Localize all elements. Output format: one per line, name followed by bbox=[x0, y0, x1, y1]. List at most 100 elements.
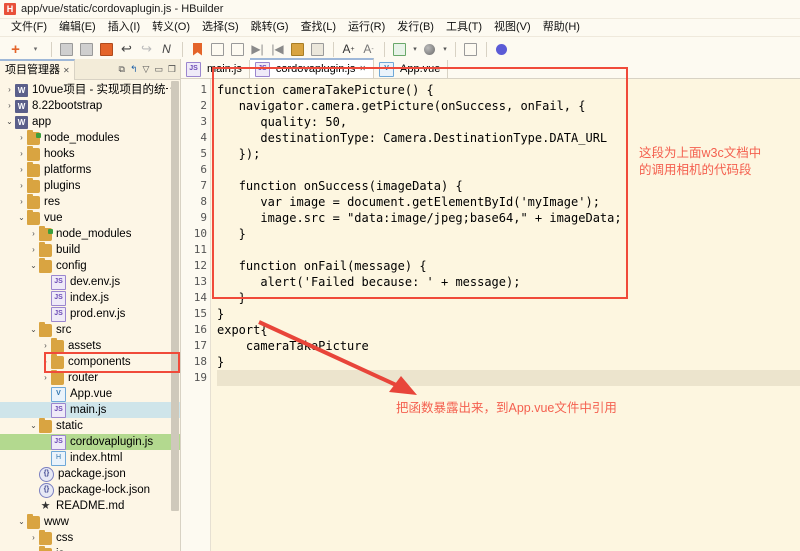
uncomment-icon[interactable]: |◀ bbox=[268, 40, 287, 59]
save-all-icon[interactable] bbox=[77, 40, 96, 59]
code-line-15[interactable]: } bbox=[217, 306, 800, 322]
code-line-8[interactable]: var image = document.getElementById('myI… bbox=[217, 194, 800, 210]
tree-item-dev-env-js[interactable]: JS dev.env.js bbox=[0, 274, 180, 290]
sidebar-scrollbar-thumb[interactable] bbox=[171, 81, 179, 511]
chevron-down-icon[interactable]: ⌄ bbox=[28, 322, 39, 338]
comment-icon[interactable]: ▶| bbox=[248, 40, 267, 59]
tree-item-plugins[interactable]: › plugins bbox=[0, 177, 180, 194]
tree-item-src[interactable]: ⌄ src bbox=[0, 321, 180, 338]
code-line-12[interactable]: function onFail(message) { bbox=[217, 258, 800, 274]
chevron-right-icon[interactable]: › bbox=[16, 178, 27, 194]
menu-item-9[interactable]: 工具(T) bbox=[440, 19, 488, 36]
redo-icon[interactable]: ↪ bbox=[137, 40, 156, 59]
editor-tab-app-vue[interactable]: V App.vue bbox=[374, 60, 449, 78]
code-line-16[interactable]: export{ bbox=[217, 322, 800, 338]
tree-item-js[interactable]: › js bbox=[0, 545, 180, 551]
chevron-right-icon[interactable]: › bbox=[28, 530, 39, 546]
chevron-right-icon[interactable]: › bbox=[16, 194, 27, 210]
tree-item-components[interactable]: › components bbox=[0, 353, 180, 370]
unwrap-icon[interactable] bbox=[308, 40, 327, 59]
bookmark-icon[interactable] bbox=[188, 40, 207, 59]
preview-icon[interactable] bbox=[420, 40, 439, 59]
menu-item-3[interactable]: 转义(O) bbox=[146, 19, 196, 36]
maximize-icon[interactable]: ❐ bbox=[168, 64, 176, 75]
chevron-right-icon[interactable]: › bbox=[16, 146, 27, 162]
run-icon[interactable] bbox=[390, 40, 409, 59]
minimize-icon[interactable]: ▭ bbox=[154, 64, 163, 75]
save-icon[interactable] bbox=[57, 40, 76, 59]
tree-item-10vue-[interactable]: ›W10vue项目 - 实现项目的统一返回按钮⌃ bbox=[0, 82, 180, 98]
tree-item-css[interactable]: › css bbox=[0, 529, 180, 546]
menu-item-11[interactable]: 帮助(H) bbox=[537, 19, 586, 36]
code-line-9[interactable]: image.src = "data:image/jpeg;base64," + … bbox=[217, 210, 800, 226]
tree-item-router[interactable]: › router bbox=[0, 369, 180, 386]
font-increase-icon[interactable]: A + bbox=[339, 40, 358, 59]
back-icon[interactable]: ↰ bbox=[130, 64, 138, 75]
tree-item-index-html[interactable]: Hindex.html bbox=[0, 450, 180, 466]
outdent-icon[interactable] bbox=[208, 40, 227, 59]
undo-icon[interactable]: ↩ bbox=[117, 40, 136, 59]
code-line-19[interactable] bbox=[217, 370, 800, 386]
code-line-13[interactable]: alert('Failed because: ' + message); bbox=[217, 274, 800, 290]
chevron-right-icon[interactable]: › bbox=[40, 370, 51, 386]
menu-item-2[interactable]: 插入(I) bbox=[102, 19, 146, 36]
menu-item-0[interactable]: 文件(F) bbox=[5, 19, 53, 36]
wrap-icon[interactable] bbox=[288, 40, 307, 59]
menu-item-1[interactable]: 编辑(E) bbox=[53, 19, 102, 36]
chevron-right-icon[interactable]: › bbox=[28, 546, 39, 551]
code-line-4[interactable]: destinationType: Camera.DestinationType.… bbox=[217, 130, 800, 146]
chevron-right-icon[interactable]: › bbox=[28, 226, 39, 242]
preview-caret-icon[interactable]: ▾ bbox=[440, 45, 450, 53]
chevron-right-icon[interactable]: › bbox=[4, 98, 15, 114]
tree-item-app[interactable]: ⌄ Wapp bbox=[0, 114, 180, 130]
collapse-icon[interactable]: ▽ bbox=[142, 64, 149, 75]
tree-item-node-modules[interactable]: › node_modules bbox=[0, 129, 180, 146]
close-icon[interactable]: ✕ bbox=[63, 61, 70, 80]
code-line-2[interactable]: navigator.camera.getPicture(onSuccess, o… bbox=[217, 98, 800, 114]
code-line-14[interactable]: } bbox=[217, 290, 800, 306]
tree-item-package-lock-json[interactable]: {} package-lock.json bbox=[0, 482, 180, 498]
menu-item-6[interactable]: 查找(L) bbox=[295, 19, 342, 36]
tree-item-cordovaplugin-js[interactable]: JS cordovaplugin.js bbox=[0, 434, 180, 450]
menu-item-7[interactable]: 运行(R) bbox=[342, 19, 391, 36]
tree-item-platforms[interactable]: › platforms bbox=[0, 161, 180, 178]
panel-icon[interactable] bbox=[461, 40, 480, 59]
code-line-7[interactable]: function onSuccess(imageData) { bbox=[217, 178, 800, 194]
tree-item-app-vue[interactable]: V App.vue bbox=[0, 386, 180, 402]
tree-item-static[interactable]: ⌄ static bbox=[0, 417, 180, 434]
chevron-right-icon[interactable]: › bbox=[16, 162, 27, 178]
chevron-down-icon[interactable]: ⌄ bbox=[16, 514, 27, 530]
code-line-17[interactable]: cameraTakePicture bbox=[217, 338, 800, 354]
tree-item-config[interactable]: ⌄ config bbox=[0, 257, 180, 274]
sidebar-scrollbar[interactable] bbox=[171, 81, 179, 549]
chevron-right-icon[interactable]: › bbox=[28, 242, 39, 258]
chevron-right-icon[interactable]: › bbox=[40, 354, 51, 370]
tree-item-prod-env-js[interactable]: JS prod.env.js bbox=[0, 306, 180, 322]
chevron-right-icon[interactable]: › bbox=[4, 82, 15, 98]
chevron-right-icon[interactable]: › bbox=[16, 130, 27, 146]
editor-tab-main-js[interactable]: JS main.js bbox=[181, 60, 250, 78]
menu-item-8[interactable]: 发行(B) bbox=[391, 19, 440, 36]
tree-item-package-json[interactable]: {} package.json bbox=[0, 466, 180, 482]
tree-item-build[interactable]: › build bbox=[0, 241, 180, 258]
tree-item-readme-md[interactable]: ★ README.md bbox=[0, 498, 180, 514]
run-caret-icon[interactable]: ▾ bbox=[410, 45, 420, 53]
code-line-10[interactable]: } bbox=[217, 226, 800, 242]
menu-item-4[interactable]: 选择(S) bbox=[196, 19, 245, 36]
tree-item-main-js[interactable]: JS main.js bbox=[0, 402, 180, 418]
menu-item-5[interactable]: 跳转(G) bbox=[245, 19, 295, 36]
tree-item-www[interactable]: ⌄ www bbox=[0, 513, 180, 530]
code-line-3[interactable]: quality: 50, bbox=[217, 114, 800, 130]
chevron-down-icon[interactable]: ⌄ bbox=[28, 418, 39, 434]
code-line-18[interactable]: } bbox=[217, 354, 800, 370]
format-icon[interactable]: N bbox=[157, 40, 176, 59]
tree-item-hooks[interactable]: › hooks bbox=[0, 145, 180, 162]
code-line-1[interactable]: function cameraTakePicture() { bbox=[217, 82, 800, 98]
link-icon[interactable]: ⧉ bbox=[119, 64, 125, 75]
tree-item-8-22bootstrap[interactable]: › W 8.22bootstrap bbox=[0, 98, 180, 114]
tree-item-res[interactable]: › res bbox=[0, 193, 180, 210]
new-file-caret-icon[interactable]: ▾ bbox=[26, 40, 45, 59]
font-decrease-icon[interactable]: A- bbox=[359, 40, 378, 59]
panel-tab-project-manager[interactable]: 项目管理器 ✕ bbox=[0, 58, 75, 80]
chevron-down-icon[interactable]: ⌄ bbox=[28, 258, 39, 274]
